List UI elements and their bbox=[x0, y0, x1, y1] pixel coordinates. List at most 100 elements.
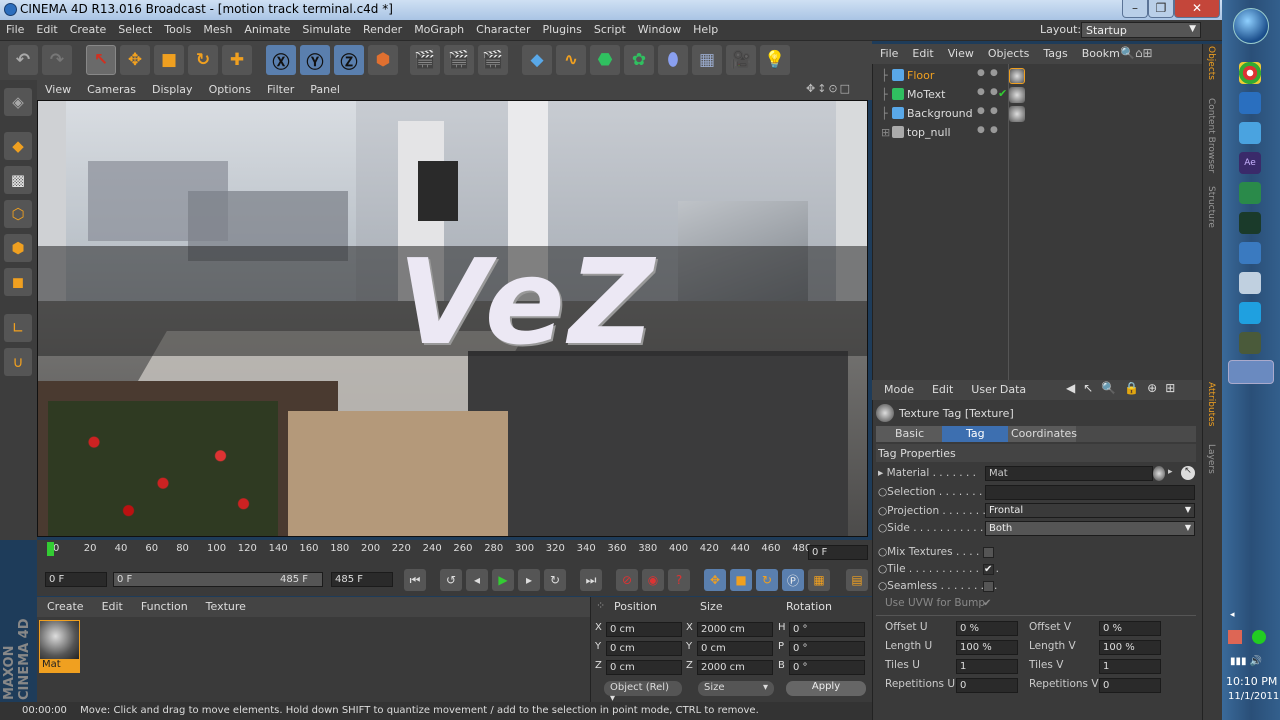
attribute-menu-mode[interactable]: Mode bbox=[872, 380, 920, 396]
key-rotation-icon[interactable]: ↻ bbox=[756, 569, 778, 591]
edge-mode-icon[interactable]: ⬢ bbox=[4, 234, 32, 262]
menu-file[interactable]: File bbox=[0, 20, 30, 36]
tab-coordinates[interactable]: Coordinates bbox=[1008, 426, 1077, 442]
cube-object-icon[interactable]: ◆ bbox=[522, 45, 552, 75]
network-app-icon[interactable] bbox=[1239, 242, 1261, 264]
viewport-menu-cameras[interactable]: Cameras bbox=[79, 80, 144, 96]
previous-key-icon[interactable]: ↺ bbox=[440, 569, 462, 591]
layout-dropdown[interactable]: Startup ▼ bbox=[1081, 22, 1201, 38]
play-forward-icon[interactable]: ▶ bbox=[492, 569, 514, 591]
tray-icon-1[interactable] bbox=[1228, 630, 1242, 644]
deformer-icon[interactable]: ⬮ bbox=[658, 45, 688, 75]
viewport-menu-options[interactable]: Options bbox=[201, 80, 259, 96]
side-tab-attributes[interactable]: Attributes bbox=[1206, 382, 1216, 426]
spline-icon[interactable]: ∿ bbox=[556, 45, 586, 75]
scale-tool-icon[interactable]: ■ bbox=[154, 45, 184, 75]
texture-mode-icon[interactable]: ▩ bbox=[4, 166, 32, 194]
field-tiles-u[interactable]: 1 bbox=[956, 659, 1018, 674]
rotation-field[interactable]: 0 ° bbox=[789, 660, 865, 675]
rotate-tool-icon[interactable]: ↻ bbox=[188, 45, 218, 75]
object-menu-view[interactable]: View bbox=[940, 44, 980, 60]
position-field[interactable]: 0 cm bbox=[606, 622, 682, 637]
viewport[interactable]: VeZ bbox=[37, 100, 868, 537]
material-picker-icon[interactable]: ↖ bbox=[1181, 466, 1195, 480]
field-offset-u[interactable]: 0 % bbox=[956, 621, 1018, 636]
viewport-menu-filter[interactable]: Filter bbox=[259, 80, 302, 96]
menu-mograph[interactable]: MoGraph bbox=[408, 20, 470, 36]
axis-mode-icon[interactable]: ∟ bbox=[4, 314, 32, 342]
show-hidden-icon[interactable]: ◂ bbox=[1230, 610, 1235, 620]
render-picture-viewer-icon[interactable]: 🎬 bbox=[444, 45, 474, 75]
object-menu-file[interactable]: File bbox=[872, 44, 904, 60]
record-keys-icon[interactable]: ⊘ bbox=[616, 569, 638, 591]
tile-checkbox[interactable]: ✔ bbox=[983, 564, 994, 575]
position-field[interactable]: 0 cm bbox=[606, 641, 682, 656]
object-search-icons[interactable]: 🔍⌂⊞ bbox=[1120, 46, 1153, 60]
viewport-nav-icons[interactable]: ✥↕⊙□ bbox=[806, 82, 852, 95]
size-field[interactable]: 2000 cm bbox=[697, 660, 773, 675]
material-swatch[interactable]: Mat bbox=[39, 620, 80, 673]
start-button[interactable] bbox=[1233, 8, 1269, 44]
menu-create[interactable]: Create bbox=[64, 20, 113, 36]
coordinate-system-icon[interactable]: ⬢ bbox=[368, 45, 398, 75]
side-tab-layers[interactable]: Layers bbox=[1206, 444, 1216, 474]
gps-app-icon[interactable] bbox=[1239, 332, 1261, 354]
position-field[interactable]: 0 cm bbox=[606, 660, 682, 675]
material-menu-function[interactable]: Function bbox=[131, 597, 196, 613]
material-link-arrow-icon[interactable]: ▸ bbox=[1168, 467, 1173, 477]
z-axis-lock-icon[interactable]: Ⓩ bbox=[334, 45, 364, 75]
x-axis-lock-icon[interactable]: Ⓧ bbox=[266, 45, 296, 75]
terminal-app-icon[interactable] bbox=[1239, 212, 1261, 234]
after-effects-icon[interactable]: Ae bbox=[1239, 152, 1261, 174]
rotation-field[interactable]: 0 ° bbox=[789, 641, 865, 656]
key-position-icon[interactable]: ✥ bbox=[704, 569, 726, 591]
apply-button[interactable]: Apply bbox=[786, 681, 866, 696]
timeline-playhead[interactable] bbox=[47, 542, 54, 556]
coord-size-dropdown[interactable]: Size ▾ bbox=[698, 681, 774, 696]
redo-icon[interactable]: ↷ bbox=[42, 45, 72, 75]
scheme-icon[interactable]: ▤ bbox=[846, 569, 868, 591]
seamless-checkbox[interactable] bbox=[983, 581, 994, 592]
object-row[interactable]: ├ MoText ● ● ✔ bbox=[872, 86, 1202, 105]
frame-range-slider[interactable]: 0 F 485 F bbox=[113, 572, 323, 587]
texture-tag-icon[interactable] bbox=[1009, 87, 1025, 103]
maximize-button[interactable]: ❐ bbox=[1148, 0, 1174, 18]
floor-scene-icon[interactable]: ▦ bbox=[692, 45, 722, 75]
menu-animate[interactable]: Animate bbox=[238, 20, 296, 36]
menu-edit[interactable]: Edit bbox=[30, 20, 63, 36]
visibility-dots-icon[interactable]: ● bbox=[977, 125, 985, 135]
object-row[interactable]: ├ Floor ● ● bbox=[872, 67, 1202, 86]
object-menu-objects[interactable]: Objects bbox=[980, 44, 1036, 60]
field-length-v[interactable]: 100 % bbox=[1099, 640, 1161, 655]
side-dropdown[interactable]: Both ▼ bbox=[985, 521, 1195, 536]
clock-time[interactable]: 10:10 PM bbox=[1226, 675, 1277, 688]
material-menu-create[interactable]: Create bbox=[37, 597, 92, 613]
texture-tag-icon[interactable] bbox=[1009, 106, 1025, 122]
object-menu-edit[interactable]: Edit bbox=[904, 44, 939, 60]
mix-textures-checkbox[interactable] bbox=[983, 547, 994, 558]
y-axis-lock-icon[interactable]: Ⓨ bbox=[300, 45, 330, 75]
model-mode-icon[interactable]: ◆ bbox=[4, 132, 32, 160]
paint-app-icon[interactable] bbox=[1239, 272, 1261, 294]
menu-mesh[interactable]: Mesh bbox=[197, 20, 238, 36]
chrome-icon[interactable] bbox=[1239, 62, 1261, 84]
menu-tools[interactable]: Tools bbox=[158, 20, 197, 36]
enabled-check-icon[interactable]: ✔ bbox=[998, 87, 1007, 100]
viewport-menu-display[interactable]: Display bbox=[144, 80, 201, 96]
recent-tool-icon[interactable]: ✚ bbox=[222, 45, 252, 75]
attribute-menu-edit[interactable]: Edit bbox=[920, 380, 959, 396]
field-reps-v[interactable]: 0 bbox=[1099, 678, 1161, 693]
visibility-dots-icon[interactable]: ● bbox=[977, 106, 985, 116]
material-menu-edit[interactable]: Edit bbox=[92, 597, 131, 613]
green-app-icon[interactable] bbox=[1239, 182, 1261, 204]
attribute-menu-user-data[interactable]: User Data bbox=[959, 380, 1032, 396]
size-field[interactable]: 0 cm bbox=[697, 641, 773, 656]
attribute-nav-icons[interactable]: ◀↖🔍🔒⊕⊞ bbox=[1066, 381, 1183, 395]
previous-frame-icon[interactable]: ◂ bbox=[466, 569, 488, 591]
cinema4d-taskbar-button[interactable] bbox=[1228, 360, 1274, 384]
menu-script[interactable]: Script bbox=[588, 20, 632, 36]
live-selection-icon[interactable]: ↖ bbox=[86, 45, 116, 75]
menu-character[interactable]: Character bbox=[470, 20, 536, 36]
texture-tag-icon[interactable] bbox=[1009, 68, 1025, 84]
side-tab-content-browser[interactable]: Content Browser bbox=[1206, 98, 1216, 173]
